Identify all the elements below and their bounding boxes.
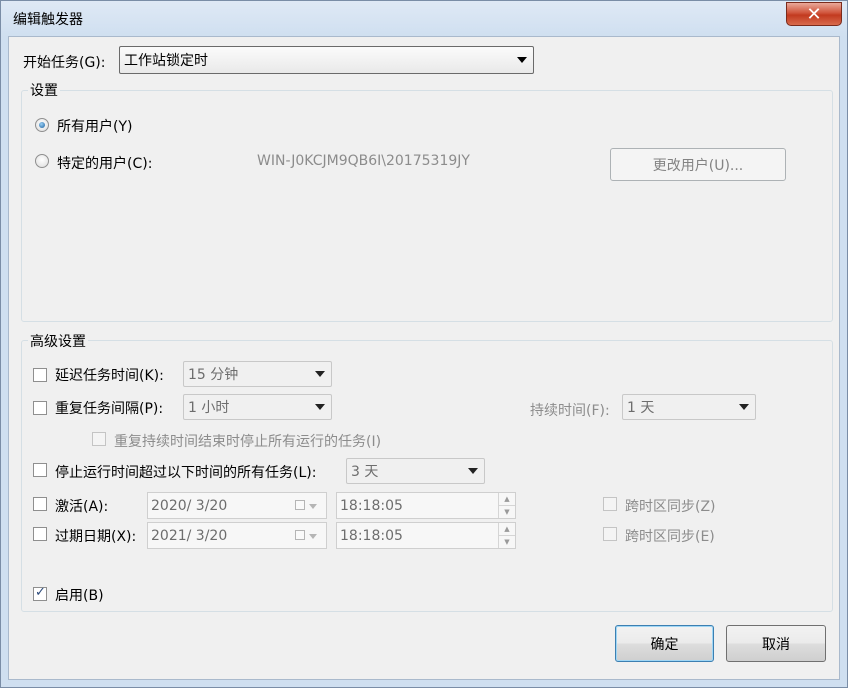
spin-down-icon: ▼ [504,508,510,516]
chevron-down-icon [739,404,749,410]
ok-button[interactable]: 确定 [615,625,714,662]
activate-time-spinner[interactable]: ▲ ▼ [498,493,515,518]
duration-label: 持续时间(F): [530,403,610,419]
chevron-down-icon [315,371,325,377]
stop-longer-label: 停止运行时间超过以下时间的所有任务(L): [55,465,317,481]
stop-longer-combo[interactable]: 3 天 [346,458,485,484]
stop-longer-checkbox[interactable] [33,463,47,477]
all-users-label: 所有用户(Y) [57,119,133,135]
calendar-icon [295,500,305,510]
delay-value: 15 分钟 [188,367,239,383]
cancel-button[interactable]: 取消 [726,625,826,662]
expire-date-value: 2021/ 3/20 [151,527,228,544]
delay-label: 延迟任务时间(K): [55,368,164,384]
repeat-value: 1 小时 [188,400,230,416]
duration-value: 1 天 [627,400,655,416]
settings-group [21,90,833,322]
chevron-down-icon [309,504,317,509]
start-task-value: 工作站锁定时 [124,53,208,69]
activate-time-value: 18:18:05 [340,497,403,514]
change-user-button[interactable]: 更改用户(U)... [610,148,786,181]
all-users-radio[interactable] [35,118,49,132]
chevron-down-icon [315,404,325,410]
expire-time-value: 18:18:05 [340,527,403,544]
spin-up-icon: ▲ [499,523,515,536]
expire-time-field[interactable]: 18:18:05 ▲ ▼ [336,522,516,549]
start-task-label: 开始任务(G): [23,55,106,71]
start-task-combo[interactable]: 工作站锁定时 [119,46,534,74]
repeat-checkbox[interactable] [33,401,47,415]
settings-group-title: 设置 [28,80,60,100]
enabled-label: 启用(B) [55,588,104,604]
delay-checkbox[interactable] [33,368,47,382]
stop-at-end-checkbox[interactable] [92,432,106,446]
expire-sync-checkbox[interactable] [603,527,617,541]
specific-user-radio[interactable] [35,154,49,168]
duration-combo[interactable]: 1 天 [622,394,756,420]
delay-combo[interactable]: 15 分钟 [183,361,332,387]
activate-date-value: 2020/ 3/20 [151,497,228,514]
expire-checkbox[interactable] [33,527,47,541]
repeat-label: 重复任务间隔(P): [55,401,164,417]
activate-sync-label: 跨时区同步(Z) [625,499,716,515]
activate-label: 激活(A): [55,499,109,515]
activate-date-field[interactable]: 2020/ 3/20 [147,492,327,519]
close-button[interactable]: ✕ [786,2,842,26]
spin-down-icon: ▼ [504,538,510,546]
expire-time-spinner[interactable]: ▲ ▼ [498,523,515,548]
expire-sync-label: 跨时区同步(E) [625,529,715,545]
stop-longer-value: 3 天 [351,464,379,480]
expire-date-field[interactable]: 2021/ 3/20 [147,522,327,549]
chevron-down-icon [468,468,478,474]
chevron-down-icon [309,534,317,539]
calendar-icon [295,530,305,540]
user-name-text: WIN-J0KCJM9QB6I\20175319JY [257,153,470,169]
expire-label: 过期日期(X): [55,529,137,545]
activate-time-field[interactable]: 18:18:05 ▲ ▼ [336,492,516,519]
window-title: 编辑触发器 [13,12,83,28]
activate-checkbox[interactable] [33,497,47,511]
activate-sync-checkbox[interactable] [603,497,617,511]
stop-at-end-label: 重复持续时间结束时停止所有运行的任务(I) [114,434,382,450]
advanced-group-title: 高级设置 [28,331,88,351]
specific-user-label: 特定的用户(C): [57,156,153,172]
spin-up-icon: ▲ [499,493,515,506]
chevron-down-icon [517,57,527,63]
close-icon: ✕ [806,3,822,25]
repeat-combo[interactable]: 1 小时 [183,394,332,420]
enabled-checkbox[interactable] [33,585,47,601]
